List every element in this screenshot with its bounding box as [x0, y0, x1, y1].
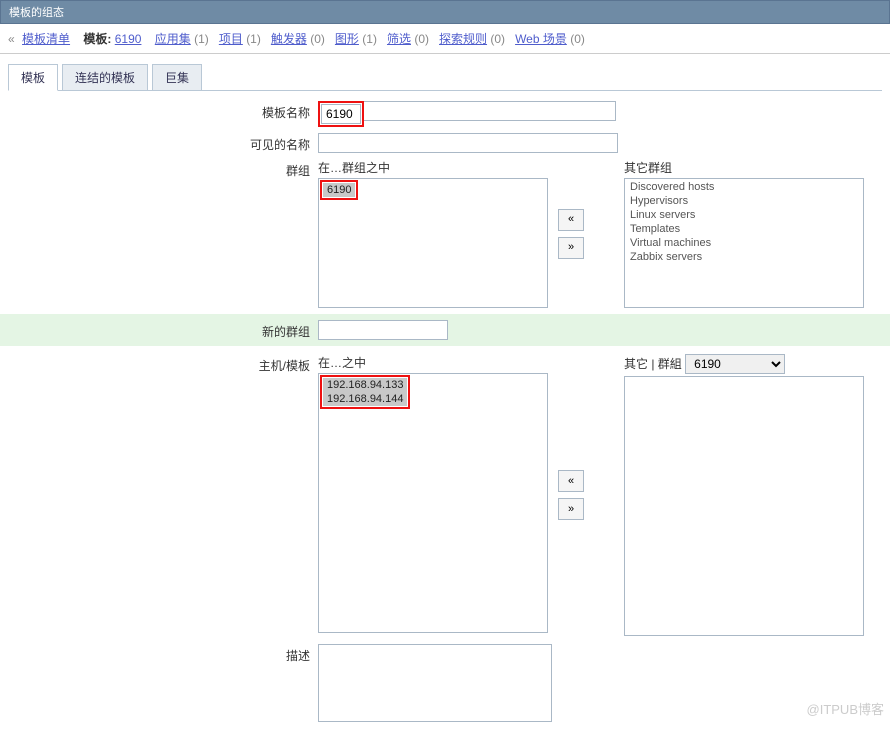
move-left-button[interactable]: « — [558, 209, 584, 231]
in-hosts-listbox[interactable]: 192.168.94.133 192.168.94.144 — [318, 373, 548, 633]
new-group-row: 新的群组 — [0, 314, 890, 346]
visible-name-label: 可见的名称 — [8, 133, 318, 153]
nav-triggers[interactable]: 触发器 — [271, 32, 307, 46]
nav-discovery-count: (0) — [490, 32, 505, 46]
nav-web-count: (0) — [570, 32, 585, 46]
list-item[interactable]: Templates — [626, 222, 862, 236]
list-item[interactable]: 6190 — [323, 183, 355, 197]
template-name-input[interactable] — [321, 104, 361, 124]
page-title: 模板的组态 — [9, 7, 64, 19]
watermark: @ITPUB博客 — [807, 699, 884, 718]
template-list-link[interactable]: 模板清单 — [22, 32, 70, 46]
nav-appset-count: (1) — [194, 32, 209, 46]
tab-template[interactable]: 模板 — [8, 64, 58, 91]
list-item[interactable]: Linux servers — [626, 208, 862, 222]
nav-items[interactable]: 项目 — [219, 32, 243, 46]
move-right-button[interactable]: » — [558, 498, 584, 520]
other-hosts-label-text: 其它 | 群組 — [624, 357, 682, 371]
list-item[interactable]: Virtual machines — [626, 236, 862, 250]
hosts-label: 主机/模板 — [8, 354, 318, 374]
nav-discovery[interactable]: 探索规则 — [439, 32, 487, 46]
description-textarea[interactable] — [318, 644, 552, 722]
in-groups-highlight: 6190 — [320, 180, 358, 200]
form-area: 模板名称 可见的名称 群组 在…群组之中 6190 « » 其它 — [0, 91, 890, 748]
list-item[interactable]: Zabbix servers — [626, 250, 862, 264]
template-name-highlight — [318, 101, 364, 127]
nav-appset[interactable]: 应用集 — [155, 32, 191, 46]
tab-bar: 模板 连结的模板 巨集 — [0, 54, 890, 91]
template-name-link[interactable]: 6190 — [115, 32, 142, 46]
new-group-label: 新的群组 — [8, 320, 318, 340]
move-right-button[interactable]: » — [558, 237, 584, 259]
template-name-input-ext[interactable] — [364, 101, 616, 121]
other-groups-listbox[interactable]: Discovered hosts Hypervisors Linux serve… — [624, 178, 864, 308]
group-filter-select[interactable]: 6190 — [685, 354, 785, 374]
tab-linked[interactable]: 连结的模板 — [62, 64, 148, 91]
in-groups-label: 在…群组之中 — [318, 159, 548, 176]
new-group-input[interactable] — [318, 320, 448, 340]
list-item[interactable]: Hypervisors — [626, 194, 862, 208]
list-item[interactable]: 192.168.94.133 — [323, 378, 407, 392]
tab-macros[interactable]: 巨集 — [152, 64, 202, 91]
move-left-button[interactable]: « — [558, 470, 584, 492]
list-item[interactable]: 192.168.94.144 — [323, 392, 407, 406]
nav-graphs[interactable]: 图形 — [335, 32, 359, 46]
nav-web[interactable]: Web 场景 — [515, 32, 567, 46]
other-hosts-label: 其它 | 群組 6190 — [624, 354, 864, 374]
nav-graphs-count: (1) — [362, 32, 377, 46]
in-groups-listbox[interactable]: 6190 — [318, 178, 548, 308]
desc-label: 描述 — [8, 644, 318, 664]
breadcrumb: « 模板清单 模板: 6190 应用集 (1) 项目 (1) 触发器 (0) 图… — [0, 24, 890, 54]
other-groups-label: 其它群组 — [624, 159, 864, 176]
template-name-label: 模板名称 — [8, 101, 318, 121]
nav-triggers-count: (0) — [310, 32, 325, 46]
in-hosts-highlight: 192.168.94.133 192.168.94.144 — [320, 375, 410, 409]
nav-filter-count: (0) — [414, 32, 429, 46]
template-label: 模板: — [83, 32, 111, 46]
other-hosts-listbox[interactable] — [624, 376, 864, 636]
in-hosts-label: 在…之中 — [318, 354, 548, 371]
visible-name-input[interactable] — [318, 133, 618, 153]
list-item[interactable]: Discovered hosts — [626, 180, 862, 194]
nav-items-count: (1) — [246, 32, 261, 46]
page-header: 模板的组态 — [0, 0, 890, 24]
back-arrow: « — [8, 32, 15, 46]
nav-filter[interactable]: 筛选 — [387, 32, 411, 46]
groups-label: 群组 — [8, 159, 318, 179]
